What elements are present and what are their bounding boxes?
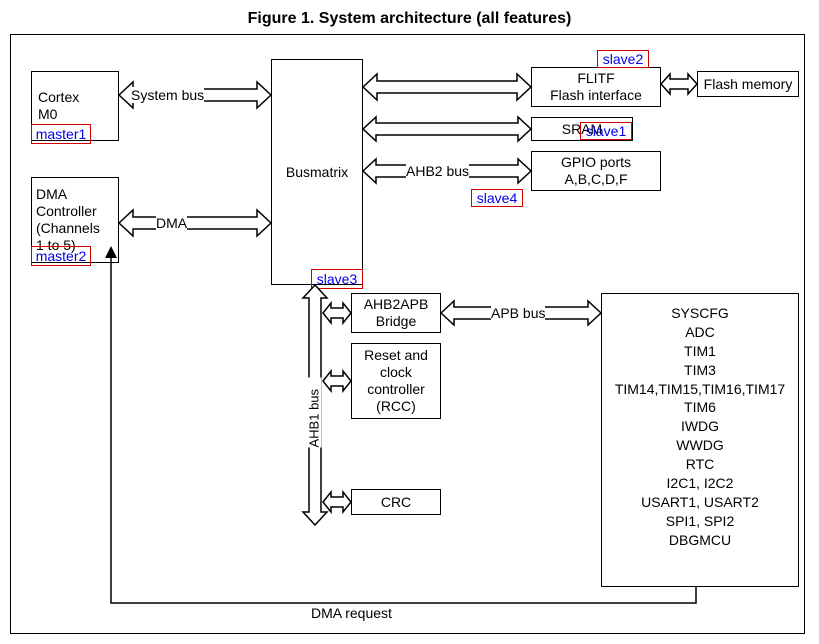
- dma-bus-label: DMA: [156, 215, 187, 231]
- system-bus-label: System bus: [131, 87, 204, 103]
- busmatrix-sram-arrow: [363, 115, 531, 143]
- slave1-annotation: slave1: [580, 122, 632, 140]
- dma-request-label: DMA request: [311, 605, 392, 621]
- flitf-block: FLITF Flash interface: [531, 67, 661, 107]
- slave4-annotation: slave4: [471, 189, 523, 207]
- gpio-ports-block: GPIO ports A,B,C,D,F: [531, 151, 661, 191]
- diagram-frame: Cortex M0 master1 DMA Controller (Channe…: [10, 34, 805, 634]
- ahb2-bus-label: AHB2 bus: [406, 163, 469, 179]
- dma-bus-arrow: [119, 208, 271, 238]
- dma-request-line: [111, 241, 711, 611]
- master1-annotation: master1: [31, 124, 91, 144]
- busmatrix-flitf-arrow: [363, 72, 531, 102]
- figure-title: Figure 1. System architecture (all featu…: [10, 10, 809, 28]
- slave2-annotation: slave2: [597, 50, 649, 68]
- master2-annotation: master2: [31, 246, 91, 266]
- flash-memory-block: Flash memory: [697, 71, 799, 97]
- flitf-flash-arrow: [661, 72, 697, 96]
